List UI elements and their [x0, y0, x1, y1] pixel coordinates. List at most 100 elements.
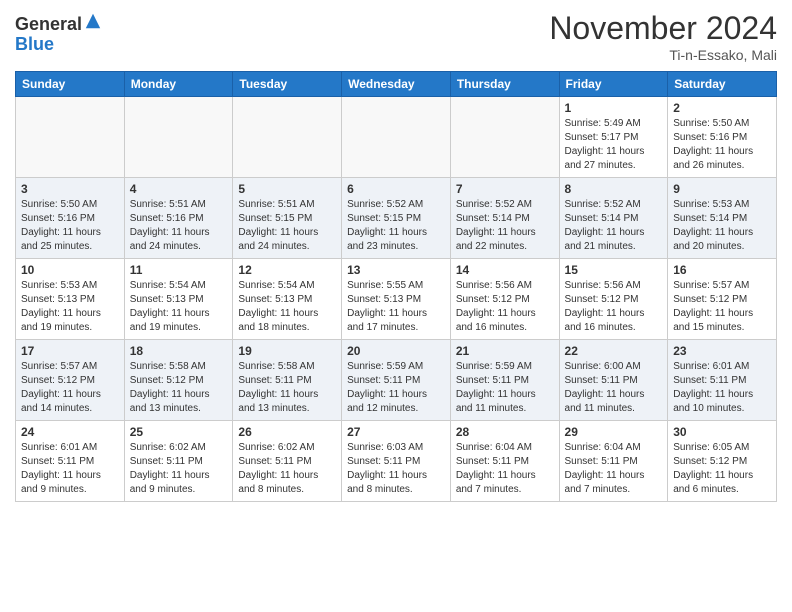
- day-info: Sunrise: 6:02 AM Sunset: 5:11 PM Dayligh…: [130, 441, 228, 497]
- day-info: Sunrise: 5:51 AM Sunset: 5:15 PM Dayligh…: [238, 198, 336, 254]
- day-info: Sunrise: 5:56 AM Sunset: 5:12 PM Dayligh…: [565, 279, 663, 335]
- day-info: Sunrise: 5:52 AM Sunset: 5:14 PM Dayligh…: [456, 198, 554, 254]
- day-info: Sunrise: 6:05 AM Sunset: 5:12 PM Dayligh…: [673, 441, 771, 497]
- week-row-3: 10 Sunrise: 5:53 AM Sunset: 5:13 PM Dayli…: [16, 259, 777, 340]
- day-cell: [233, 97, 342, 178]
- day-info: Sunrise: 5:53 AM Sunset: 5:14 PM Dayligh…: [673, 198, 771, 254]
- day-cell: 20 Sunrise: 5:59 AM Sunset: 5:11 PM Dayli…: [342, 340, 451, 421]
- day-number: 12: [238, 263, 336, 277]
- day-cell: [16, 97, 125, 178]
- day-cell: 3 Sunrise: 5:50 AM Sunset: 5:16 PM Daylig…: [16, 178, 125, 259]
- day-number: 27: [347, 425, 445, 439]
- day-info: Sunrise: 5:58 AM Sunset: 5:11 PM Dayligh…: [238, 360, 336, 416]
- day-cell: 23Sunrise: 6:01 AM Sunset: 5:11 PM Dayli…: [668, 340, 777, 421]
- day-info: Sunrise: 6:01 AM Sunset: 5:11 PM Dayligh…: [21, 441, 119, 497]
- day-number: 2: [673, 101, 771, 115]
- day-info: Sunrise: 6:04 AM Sunset: 5:11 PM Dayligh…: [456, 441, 554, 497]
- day-number: 7: [456, 182, 554, 196]
- day-number: 17: [21, 344, 119, 358]
- day-number: 18: [130, 344, 228, 358]
- day-info: Sunrise: 5:50 AM Sunset: 5:16 PM Dayligh…: [673, 117, 771, 173]
- day-cell: 19Sunrise: 5:58 AM Sunset: 5:11 PM Dayli…: [233, 340, 342, 421]
- day-cell: 6Sunrise: 5:52 AM Sunset: 5:15 PM Daylig…: [342, 178, 451, 259]
- location: Ti-n-Essako, Mali: [549, 47, 777, 63]
- day-number: 10: [21, 263, 119, 277]
- weekday-header-tuesday: Tuesday: [233, 72, 342, 97]
- day-cell: 18Sunrise: 5:58 AM Sunset: 5:12 PM Dayli…: [124, 340, 233, 421]
- day-number: 13: [347, 263, 445, 277]
- weekday-header-sunday: Sunday: [16, 72, 125, 97]
- weekday-header-saturday: Saturday: [668, 72, 777, 97]
- day-info: Sunrise: 6:03 AM Sunset: 5:11 PM Dayligh…: [347, 441, 445, 497]
- day-cell: 28 Sunrise: 6:04 AM Sunset: 5:11 PM Dayli…: [450, 421, 559, 502]
- day-cell: 12 Sunrise: 5:54 AM Sunset: 5:13 PM Dayli…: [233, 259, 342, 340]
- day-cell: 16 Sunrise: 5:57 AM Sunset: 5:12 PM Dayli…: [668, 259, 777, 340]
- day-info: Sunrise: 6:02 AM Sunset: 5:11 PM Dayligh…: [238, 441, 336, 497]
- calendar-table: SundayMondayTuesdayWednesdayThursdayFrid…: [15, 71, 777, 502]
- day-number: 15: [565, 263, 663, 277]
- day-info: Sunrise: 5:52 AM Sunset: 5:15 PM Dayligh…: [347, 198, 445, 254]
- day-cell: 15 Sunrise: 5:56 AM Sunset: 5:12 PM Dayli…: [559, 259, 668, 340]
- weekday-header-wednesday: Wednesday: [342, 72, 451, 97]
- day-info: Sunrise: 5:57 AM Sunset: 5:12 PM Dayligh…: [21, 360, 119, 416]
- day-number: 5: [238, 182, 336, 196]
- day-number: 30: [673, 425, 771, 439]
- day-number: 21: [456, 344, 554, 358]
- day-cell: 4Sunrise: 5:51 AM Sunset: 5:16 PM Daylig…: [124, 178, 233, 259]
- day-number: 20: [347, 344, 445, 358]
- day-cell: 2 Sunrise: 5:50 AM Sunset: 5:16 PM Daylig…: [668, 97, 777, 178]
- day-cell: 10 Sunrise: 5:53 AM Sunset: 5:13 PM Dayli…: [16, 259, 125, 340]
- day-info: Sunrise: 6:00 AM Sunset: 5:11 PM Dayligh…: [565, 360, 663, 416]
- day-cell: 25 Sunrise: 6:02 AM Sunset: 5:11 PM Dayli…: [124, 421, 233, 502]
- day-number: 26: [238, 425, 336, 439]
- day-info: Sunrise: 5:49 AM Sunset: 5:17 PM Dayligh…: [565, 117, 663, 173]
- day-number: 11: [130, 263, 228, 277]
- day-cell: 7 Sunrise: 5:52 AM Sunset: 5:14 PM Daylig…: [450, 178, 559, 259]
- day-number: 29: [565, 425, 663, 439]
- day-cell: [124, 97, 233, 178]
- day-cell: 1Sunrise: 5:49 AM Sunset: 5:17 PM Daylig…: [559, 97, 668, 178]
- day-cell: 17 Sunrise: 5:57 AM Sunset: 5:12 PM Dayli…: [16, 340, 125, 421]
- day-number: 23: [673, 344, 771, 358]
- logo-blue: Blue: [15, 34, 54, 54]
- day-number: 24: [21, 425, 119, 439]
- day-info: Sunrise: 5:50 AM Sunset: 5:16 PM Dayligh…: [21, 198, 119, 254]
- day-number: 25: [130, 425, 228, 439]
- day-info: Sunrise: 5:51 AM Sunset: 5:16 PM Dayligh…: [130, 198, 228, 254]
- day-info: Sunrise: 5:59 AM Sunset: 5:11 PM Dayligh…: [347, 360, 445, 416]
- page-header: General Blue November 2024 Ti-n-Essako, …: [15, 10, 777, 63]
- day-number: 16: [673, 263, 771, 277]
- week-row-4: 17 Sunrise: 5:57 AM Sunset: 5:12 PM Dayli…: [16, 340, 777, 421]
- day-info: Sunrise: 5:59 AM Sunset: 5:11 PM Dayligh…: [456, 360, 554, 416]
- day-cell: 9 Sunrise: 5:53 AM Sunset: 5:14 PM Daylig…: [668, 178, 777, 259]
- day-info: Sunrise: 6:04 AM Sunset: 5:11 PM Dayligh…: [565, 441, 663, 497]
- weekday-header-friday: Friday: [559, 72, 668, 97]
- logo-icon: [84, 12, 102, 30]
- day-info: Sunrise: 5:54 AM Sunset: 5:13 PM Dayligh…: [130, 279, 228, 335]
- day-cell: 30 Sunrise: 6:05 AM Sunset: 5:12 PM Dayli…: [668, 421, 777, 502]
- weekday-header-monday: Monday: [124, 72, 233, 97]
- weekday-header-thursday: Thursday: [450, 72, 559, 97]
- title-block: November 2024 Ti-n-Essako, Mali: [549, 10, 777, 63]
- day-cell: 27 Sunrise: 6:03 AM Sunset: 5:11 PM Dayli…: [342, 421, 451, 502]
- day-cell: 24 Sunrise: 6:01 AM Sunset: 5:11 PM Dayli…: [16, 421, 125, 502]
- day-number: 9: [673, 182, 771, 196]
- day-info: Sunrise: 5:53 AM Sunset: 5:13 PM Dayligh…: [21, 279, 119, 335]
- day-cell: 11 Sunrise: 5:54 AM Sunset: 5:13 PM Dayli…: [124, 259, 233, 340]
- day-cell: [342, 97, 451, 178]
- day-number: 3: [21, 182, 119, 196]
- day-info: Sunrise: 5:54 AM Sunset: 5:13 PM Dayligh…: [238, 279, 336, 335]
- day-cell: 13Sunrise: 5:55 AM Sunset: 5:13 PM Dayli…: [342, 259, 451, 340]
- day-number: 8: [565, 182, 663, 196]
- day-cell: 8 Sunrise: 5:52 AM Sunset: 5:14 PM Daylig…: [559, 178, 668, 259]
- day-info: Sunrise: 5:56 AM Sunset: 5:12 PM Dayligh…: [456, 279, 554, 335]
- day-info: Sunrise: 5:52 AM Sunset: 5:14 PM Dayligh…: [565, 198, 663, 254]
- week-row-5: 24 Sunrise: 6:01 AM Sunset: 5:11 PM Dayli…: [16, 421, 777, 502]
- week-row-1: 1Sunrise: 5:49 AM Sunset: 5:17 PM Daylig…: [16, 97, 777, 178]
- day-cell: 14Sunrise: 5:56 AM Sunset: 5:12 PM Dayli…: [450, 259, 559, 340]
- day-number: 28: [456, 425, 554, 439]
- month-title: November 2024: [549, 10, 777, 47]
- day-info: Sunrise: 5:57 AM Sunset: 5:12 PM Dayligh…: [673, 279, 771, 335]
- logo-general: General: [15, 14, 82, 34]
- day-cell: 26 Sunrise: 6:02 AM Sunset: 5:11 PM Dayli…: [233, 421, 342, 502]
